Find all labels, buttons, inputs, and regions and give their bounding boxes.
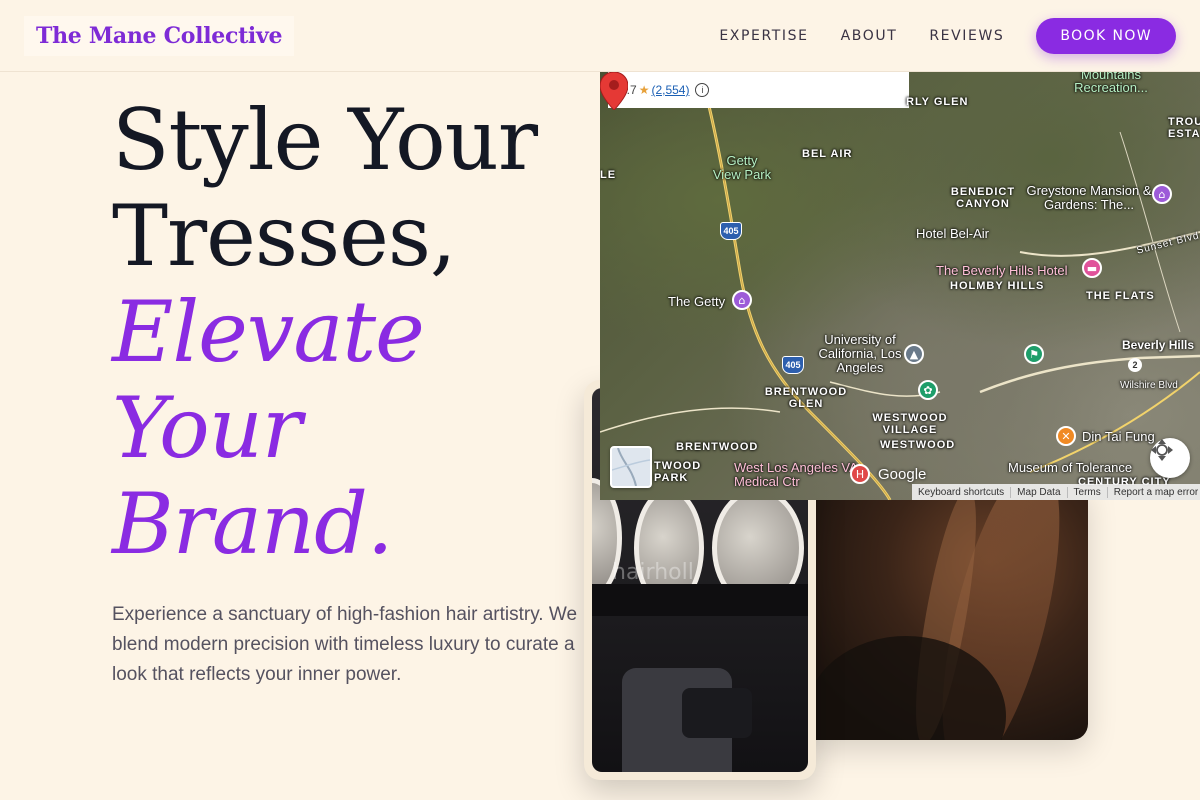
book-now-button[interactable]: BOOK NOW [1036, 18, 1176, 54]
nav-about[interactable]: ABOUT [841, 28, 898, 44]
location-map[interactable]: 4.7 ★ (2,554) i Mountains Recreation... … [600, 72, 1200, 500]
google-logo: Google [878, 466, 927, 483]
hero-headline: Style Your Tresses, Elevate Your Brand. [112, 92, 582, 572]
hospital-icon[interactable]: H [850, 464, 870, 484]
map-rating-card: 4.7 ★ (2,554) i [608, 72, 909, 108]
headline-line-4: Your [112, 379, 302, 477]
poi-beverly-hotel[interactable]: The Beverly Hills Hotel [936, 263, 1068, 278]
label-benedict-canyon: BENEDICT CANYON [950, 186, 1016, 210]
hotel-icon[interactable]: ▬ [1082, 258, 1102, 278]
poi-ucla[interactable]: University of California, Los Angeles [810, 333, 910, 375]
poi-the-getty[interactable]: The Getty [668, 294, 725, 309]
label-the-flats: THE FLATS [1086, 290, 1155, 302]
review-count-link[interactable]: (2,554) [651, 83, 689, 97]
label-brentwood: BRENTWOOD [676, 441, 759, 453]
nav-reviews[interactable]: REVIEWS [929, 28, 1004, 44]
map-data-link[interactable]: Map Data [1011, 486, 1068, 498]
map-type-toggle[interactable] [610, 446, 652, 488]
label-left-edge: LE [600, 169, 617, 181]
park-icon[interactable]: ✿ [918, 380, 938, 400]
university-icon[interactable]: ▲ [904, 344, 924, 364]
label-rly-glen: RLY GLEN [906, 96, 969, 108]
poi-din-tai-fung[interactable]: Din Tai Fung [1082, 429, 1155, 444]
golf-icon[interactable]: ⚑ [1024, 344, 1044, 364]
museum-icon[interactable]: ⌂ [1152, 184, 1172, 204]
label-trous: TROUS ESTA [1168, 116, 1200, 140]
route-2-shield: 2 [1128, 358, 1142, 372]
poi-va-medical[interactable]: West Los Angeles VA Medical Ctr [734, 461, 864, 489]
label-brentwood-glen: BRENTWOOD GLEN [764, 386, 848, 410]
poi-getty-view[interactable]: Getty View Park [712, 154, 772, 182]
hero-description: Experience a sanctuary of high-fashion h… [112, 604, 578, 685]
poi-museum-of-tolerance[interactable]: Museum of Tolerance [1008, 460, 1132, 475]
label-beverly-hills: Beverly Hills [1122, 338, 1195, 352]
label-westwood: WESTWOOD [880, 439, 956, 451]
brand-logo[interactable]: The Mane Collective [24, 16, 295, 56]
move-arrows-icon [1151, 439, 1173, 461]
hair-photo [806, 486, 1088, 740]
highway-405-shield-north: 405 [720, 222, 742, 240]
main-nav: EXPERTISE ABOUT REVIEWS BOOK NOW [687, 18, 1176, 54]
label-westwood-village: WESTWOOD VILLAGE [872, 412, 948, 436]
label-bel-air: BEL AIR [802, 148, 853, 160]
star-icon: ★ [638, 83, 650, 97]
location-pin-icon[interactable] [600, 72, 628, 110]
getty-museum-icon[interactable]: ⌂ [732, 290, 752, 310]
headline-line-1: Style Your [112, 91, 538, 189]
label-holmby-hills: HOLMBY HILLS [950, 280, 1045, 292]
headline-line-2: Tresses, [112, 187, 457, 285]
restaurant-icon[interactable]: ✕ [1056, 426, 1076, 446]
label-wilshire: Wilshire Blvd [1120, 380, 1178, 391]
site-header: The Mane Collective EXPERTISE ABOUT REVI… [0, 0, 1200, 72]
poi-hotel-bel-air[interactable]: Hotel Bel-Air [916, 226, 989, 241]
keyboard-shortcuts-link[interactable]: Keyboard shortcuts [912, 486, 1012, 498]
highway-405-shield-south: 405 [782, 356, 804, 374]
nav-expertise[interactable]: EXPERTISE [719, 28, 808, 44]
label-brentwood-park: TWOOD PARK [654, 460, 702, 484]
poi-mountains[interactable]: Mountains Recreation... [1066, 72, 1156, 94]
terms-link[interactable]: Terms [1068, 486, 1108, 498]
headline-line-3: Elevate [112, 283, 425, 381]
report-error-link[interactable]: Report a map error [1108, 487, 1200, 498]
poi-greystone[interactable]: Greystone Mansion & Gardens: The... [1024, 184, 1154, 212]
map-attribution: Keyboard shortcuts Map Data Terms Report… [912, 484, 1200, 500]
info-icon[interactable]: i [695, 83, 710, 97]
map-camera-control[interactable] [1150, 438, 1190, 478]
headline-line-5: Brand. [112, 475, 394, 573]
photo-watermark: hairholl [612, 560, 694, 585]
